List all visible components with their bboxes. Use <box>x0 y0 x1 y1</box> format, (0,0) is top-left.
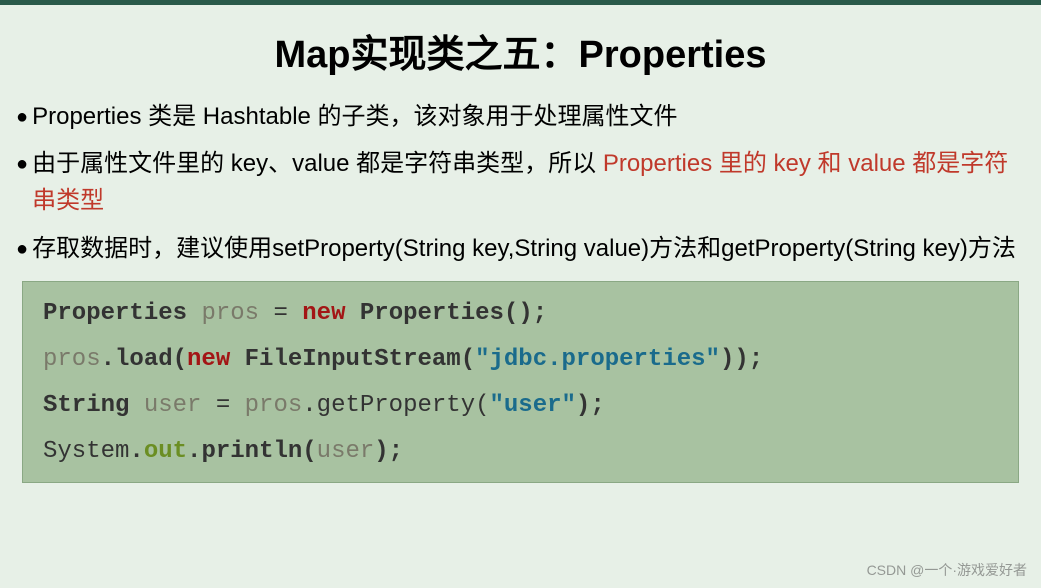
code-line: Properties pros = new Properties(); <box>43 302 998 326</box>
code-token-op: = <box>259 300 302 327</box>
code-token-class: System <box>43 438 129 465</box>
bullet-icon: ● <box>16 234 28 265</box>
code-block: Properties pros = new Properties(); pros… <box>22 281 1019 483</box>
code-token-type: Properties <box>43 300 187 327</box>
text-segment: 由于属性文件里的 key、value 都是字符串类型，所以 <box>32 150 603 177</box>
code-token-keyword: new <box>302 300 345 327</box>
code-token-punct: . <box>187 438 201 465</box>
bullet-list: ● Properties 类是 Hashtable 的子类，该对象用于处理属性文… <box>0 98 1041 267</box>
code-token-punct: ); <box>374 438 403 465</box>
bullet-text: Properties 类是 Hashtable 的子类，该对象用于处理属性文件 <box>32 98 1025 135</box>
code-token-class: FileInputStream( <box>230 346 475 373</box>
code-token-field: out <box>144 438 187 465</box>
code-token-var: user <box>144 392 202 419</box>
bullet-text: 由于属性文件里的 key、value 都是字符串类型，所以 Properties… <box>32 145 1025 219</box>
code-token-string: "user" <box>490 392 576 419</box>
code-token-punct: ); <box>576 392 605 419</box>
code-token-method: .getProperty( <box>302 392 489 419</box>
code-token-method: load( <box>115 346 187 373</box>
bullet-icon: ● <box>16 102 28 133</box>
list-item: ● 由于属性文件里的 key、value 都是字符串类型，所以 Properti… <box>16 145 1025 219</box>
list-item: ● 存取数据时，建议使用setProperty(String key,Strin… <box>16 230 1025 267</box>
list-item: ● Properties 类是 Hashtable 的子类，该对象用于处理属性文… <box>16 98 1025 135</box>
bullet-text: 存取数据时，建议使用setProperty(String key,String … <box>32 230 1025 267</box>
code-token-var: pros <box>201 300 259 327</box>
code-line: String user = pros.getProperty("user"); <box>43 394 998 418</box>
code-token-method: println( <box>201 438 316 465</box>
code-token-op: = <box>201 392 244 419</box>
code-token-var: pros <box>43 346 101 373</box>
code-token-var: user <box>317 438 375 465</box>
code-line: pros.load(new FileInputStream("jdbc.prop… <box>43 348 998 372</box>
page-title: Map实现类之五：Properties <box>0 5 1041 98</box>
code-token-punct: )); <box>720 346 763 373</box>
code-token-type: String <box>43 392 129 419</box>
code-token-string: "jdbc.properties" <box>475 346 720 373</box>
watermark: CSDN @一个·游戏爱好者 <box>867 560 1027 580</box>
bullet-icon: ● <box>16 149 28 180</box>
code-line: System.out.println(user); <box>43 440 998 464</box>
code-token-punct: . <box>129 438 143 465</box>
code-token-punct: . <box>101 346 115 373</box>
code-token-ctor: Properties(); <box>345 300 547 327</box>
code-token-var: pros <box>245 392 303 419</box>
code-token-keyword: new <box>187 346 230 373</box>
